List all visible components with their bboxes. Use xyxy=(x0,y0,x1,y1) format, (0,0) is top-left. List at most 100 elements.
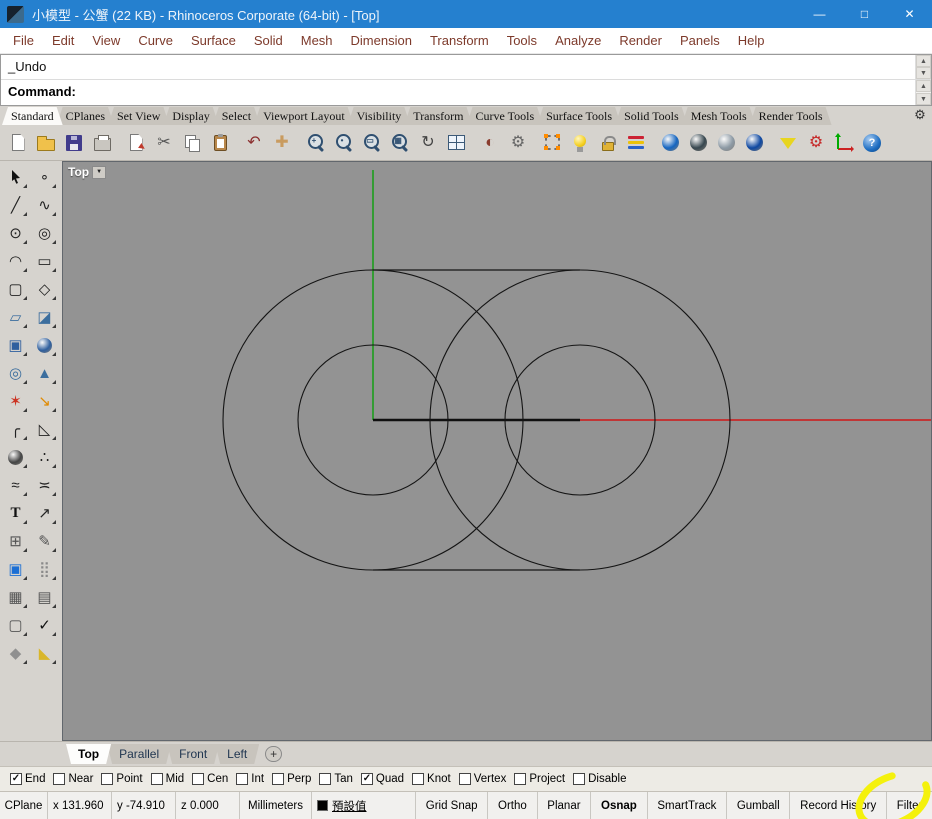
units-pane[interactable]: Millimeters xyxy=(240,792,312,819)
menu-view[interactable]: View xyxy=(83,29,129,52)
osnap-tan[interactable]: Tan xyxy=(319,773,353,785)
shaded-viewport-button[interactable] xyxy=(684,129,712,157)
torus-tool-button[interactable]: ◎ xyxy=(2,360,29,386)
command-history[interactable]: _Undo ▲ ▼ xyxy=(1,55,931,80)
box-tool-button[interactable]: ▣ xyxy=(2,332,29,358)
menu-surface[interactable]: Surface xyxy=(182,29,245,52)
leader-tool-button[interactable]: ↗ xyxy=(31,500,58,526)
minimize-button[interactable]: — xyxy=(797,0,842,28)
z-coordinate[interactable]: z 0.000 xyxy=(176,792,240,819)
osnap-mid[interactable]: Mid xyxy=(150,773,184,785)
viewport-tab-parallel[interactable]: Parallel xyxy=(107,744,171,764)
open-file-button[interactable] xyxy=(32,129,60,157)
array-tool-button[interactable]: ⊞ xyxy=(2,528,29,554)
close-button[interactable]: ✕ xyxy=(887,0,932,28)
osnap-project[interactable]: Project xyxy=(514,773,565,785)
arc-tool-button[interactable]: ◠ xyxy=(2,248,29,274)
layers-button[interactable] xyxy=(622,129,650,157)
help-button[interactable]: ? xyxy=(858,129,886,157)
menu-panels[interactable]: Panels xyxy=(671,29,729,52)
undo-button[interactable]: ↶ xyxy=(240,129,268,157)
render-button[interactable] xyxy=(656,129,684,157)
zoom-target-button[interactable]: • xyxy=(330,129,358,157)
viewport-label[interactable]: Top ▼ xyxy=(68,165,107,179)
menu-mesh[interactable]: Mesh xyxy=(292,29,342,52)
zoom-dynamic-button[interactable]: + xyxy=(302,129,330,157)
menu-render[interactable]: Render xyxy=(610,29,671,52)
toolbar-tab-display[interactable]: Display xyxy=(163,107,218,125)
osnap-near[interactable]: Near xyxy=(53,773,93,785)
circle-tool-button[interactable]: ⊙ xyxy=(2,220,29,246)
properties-tool-button[interactable]: ▢ xyxy=(2,612,29,638)
osnap-near-checkbox[interactable] xyxy=(53,773,66,785)
toolbar-tab-viewport-layout[interactable]: Viewport Layout xyxy=(254,107,354,125)
hatch-tool-button[interactable]: ⣿ xyxy=(31,556,58,582)
osnap-mid-checkbox[interactable] xyxy=(150,773,163,785)
fillet-tool-button[interactable]: ╭ xyxy=(2,416,29,442)
command-prompt[interactable]: Command: ▲ ▼ xyxy=(1,80,931,105)
rendered-viewport-button[interactable] xyxy=(740,129,768,157)
curve-tool-button[interactable]: ∿ xyxy=(31,192,58,218)
osnap-vertex[interactable]: Vertex xyxy=(458,773,506,785)
smarttrack-pane[interactable]: SmartTrack xyxy=(648,792,728,819)
print-button[interactable] xyxy=(88,129,116,157)
copy-button[interactable] xyxy=(178,129,206,157)
dimension-tool-button[interactable]: ✎ xyxy=(31,528,58,554)
toolbar-tab-cplanes[interactable]: CPlanes xyxy=(57,107,114,125)
toolbar-tab-surface-tools[interactable]: Surface Tools xyxy=(537,107,621,125)
layer-state-tool-button[interactable]: ▤ xyxy=(31,584,58,610)
cone-tool-button[interactable]: ▲ xyxy=(31,360,58,386)
extract-tool-button[interactable]: ↘ xyxy=(31,388,58,414)
zoom-window-button[interactable]: ▭ xyxy=(358,129,386,157)
spinner-down-icon[interactable]: ▼ xyxy=(916,93,931,105)
toolbar-tab-set-view[interactable]: Set View xyxy=(108,107,169,125)
osnap-int[interactable]: Int xyxy=(236,773,264,785)
osnap-quad[interactable]: ✓ Quad xyxy=(360,773,404,785)
gumball-button[interactable]: ⚙ xyxy=(802,129,830,157)
menu-tools[interactable]: Tools xyxy=(498,29,546,52)
grid-snap-pane[interactable]: Grid Snap xyxy=(416,792,489,819)
zoom-extents-button[interactable]: ▦ xyxy=(386,129,414,157)
new-file-button[interactable] xyxy=(4,129,32,157)
menu-edit[interactable]: Edit xyxy=(43,29,83,52)
menu-help[interactable]: Help xyxy=(729,29,774,52)
grid-tool-button[interactable]: ▦ xyxy=(2,584,29,610)
toolbar-tab-mesh-tools[interactable]: Mesh Tools xyxy=(682,107,756,125)
viewport-menu-button[interactable]: ▼ xyxy=(92,165,107,179)
maximize-button[interactable]: □ xyxy=(842,0,887,28)
osnap-toggle-button[interactable] xyxy=(538,129,566,157)
lamp-button[interactable] xyxy=(566,129,594,157)
osnap-perp-checkbox[interactable] xyxy=(272,773,285,785)
sphere-tool-button[interactable] xyxy=(31,332,58,358)
cut-button[interactable]: ✂ xyxy=(150,129,178,157)
rounded-rectangle-tool-button[interactable]: ▢ xyxy=(2,276,29,302)
osnap-point-checkbox[interactable] xyxy=(101,773,114,785)
add-viewport-tab-button[interactable]: + xyxy=(265,746,283,762)
toolbar-tab-standard[interactable]: Standard xyxy=(2,107,63,125)
menu-transform[interactable]: Transform xyxy=(421,29,498,52)
select-tool-button[interactable] xyxy=(2,164,29,190)
explode-tool-button[interactable]: ✶ xyxy=(2,388,29,414)
osnap-project-checkbox[interactable] xyxy=(514,773,527,785)
menu-solid[interactable]: Solid xyxy=(245,29,292,52)
osnap-point[interactable]: Point xyxy=(101,773,143,785)
osnap-quad-checkbox[interactable]: ✓ xyxy=(360,773,373,785)
polygon-tool-button[interactable]: ◇ xyxy=(31,276,58,302)
cplane-button[interactable] xyxy=(830,129,858,157)
sweep-tool-button[interactable]: ◪ xyxy=(31,304,58,330)
scroll-up-icon[interactable]: ▲ xyxy=(916,55,931,67)
text-tool-button[interactable]: T xyxy=(2,500,29,526)
x-coordinate[interactable]: x 131.960 xyxy=(48,792,112,819)
viewport-label-text[interactable]: Top xyxy=(68,165,89,179)
surface-tool-button[interactable]: ▱ xyxy=(2,304,29,330)
osnap-disable-checkbox[interactable] xyxy=(573,773,586,785)
shaded-sphere-tool-button[interactable] xyxy=(2,444,29,470)
viewport-tab-left[interactable]: Left xyxy=(215,744,259,764)
layer-pane[interactable]: 預設值 xyxy=(312,792,416,819)
save-file-button[interactable] xyxy=(60,129,88,157)
viewport-tab-front[interactable]: Front xyxy=(167,744,219,764)
osnap-cen[interactable]: Cen xyxy=(192,773,228,785)
planar-pane[interactable]: Planar xyxy=(538,792,592,819)
gumball-pane[interactable]: Gumball xyxy=(727,792,791,819)
osnap-end[interactable]: ✓ End xyxy=(10,773,45,785)
